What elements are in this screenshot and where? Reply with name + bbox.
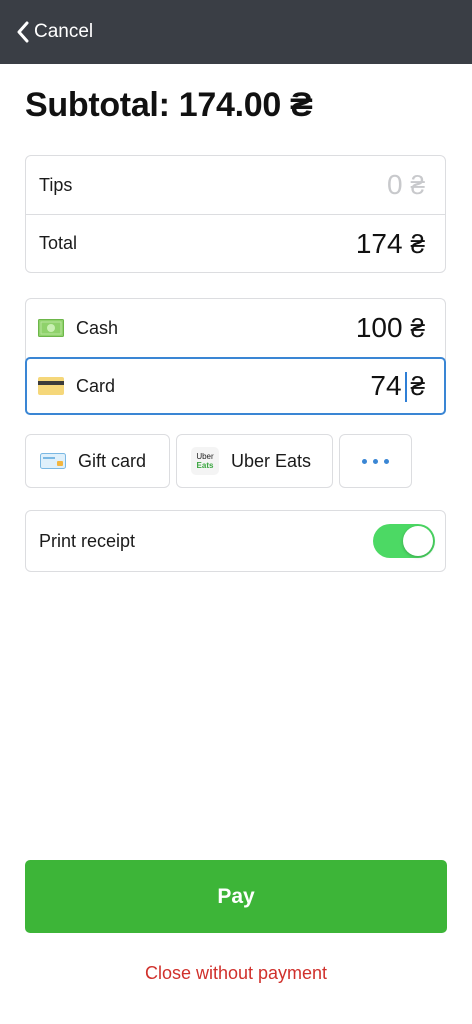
- payments-card: Cash 100 ₴: [25, 298, 446, 360]
- pay-label: Pay: [217, 884, 255, 908]
- card-row[interactable]: Card 74 ₴: [25, 357, 446, 415]
- tips-value[interactable]: 0 ₴: [387, 169, 425, 201]
- more-methods-button[interactable]: [339, 434, 412, 488]
- gift-card-label: Gift card: [78, 450, 147, 471]
- cash-icon: [38, 319, 64, 337]
- cash-label: Cash: [76, 317, 119, 338]
- top-bar: Cancel: [0, 0, 472, 64]
- cash-value[interactable]: 100 ₴: [356, 312, 425, 344]
- toggle-knob: [403, 526, 433, 556]
- cancel-button[interactable]: Cancel: [16, 18, 93, 46]
- credit-card-icon: [38, 377, 64, 395]
- total-amount: 174: [355, 227, 403, 259]
- cash-row[interactable]: Cash 100 ₴: [26, 299, 445, 357]
- tips-amount: 0: [386, 169, 403, 200]
- card-amount: 74: [370, 369, 402, 401]
- card-label: Card: [76, 375, 116, 396]
- total-label: Total: [39, 233, 78, 253]
- total-value: 174 ₴: [356, 228, 425, 260]
- total-row: Total 174 ₴: [26, 214, 445, 272]
- pay-button[interactable]: Pay: [25, 860, 447, 933]
- chevron-left-icon: [17, 21, 29, 43]
- cash-amount: 100: [355, 312, 403, 343]
- uber-eats-button[interactable]: Uber Eats Uber Eats: [176, 434, 333, 488]
- gift-card-icon: [40, 451, 66, 471]
- print-receipt-toggle[interactable]: [373, 524, 435, 558]
- subtotal-title: Subtotal: 174.00 ₴: [25, 86, 313, 124]
- ellipsis-icon: [362, 458, 389, 464]
- card-value-input[interactable]: 74 ₴: [370, 370, 425, 403]
- print-receipt-row: Print receipt: [25, 510, 446, 572]
- close-without-payment-link[interactable]: Close without payment: [0, 963, 472, 984]
- print-receipt-label: Print receipt: [39, 530, 136, 551]
- tips-label: Tips: [39, 174, 73, 195]
- total-currency: ₴: [410, 228, 425, 259]
- text-cursor: [404, 372, 407, 403]
- summary-card: Tips 0 ₴ Total 174 ₴: [25, 155, 446, 273]
- uber-eats-label: Uber Eats: [231, 450, 312, 471]
- cash-currency: ₴: [410, 313, 425, 343]
- cancel-label: Cancel: [34, 21, 94, 42]
- card-currency: ₴: [410, 370, 425, 401]
- uber-logo-top: Uber: [196, 452, 214, 461]
- uber-logo-bottom: Eats: [196, 461, 214, 470]
- tips-currency: ₴: [410, 170, 425, 200]
- uber-eats-icon: Uber Eats: [191, 447, 219, 475]
- gift-card-button[interactable]: Gift card: [25, 434, 170, 488]
- tips-row[interactable]: Tips 0 ₴: [26, 156, 445, 214]
